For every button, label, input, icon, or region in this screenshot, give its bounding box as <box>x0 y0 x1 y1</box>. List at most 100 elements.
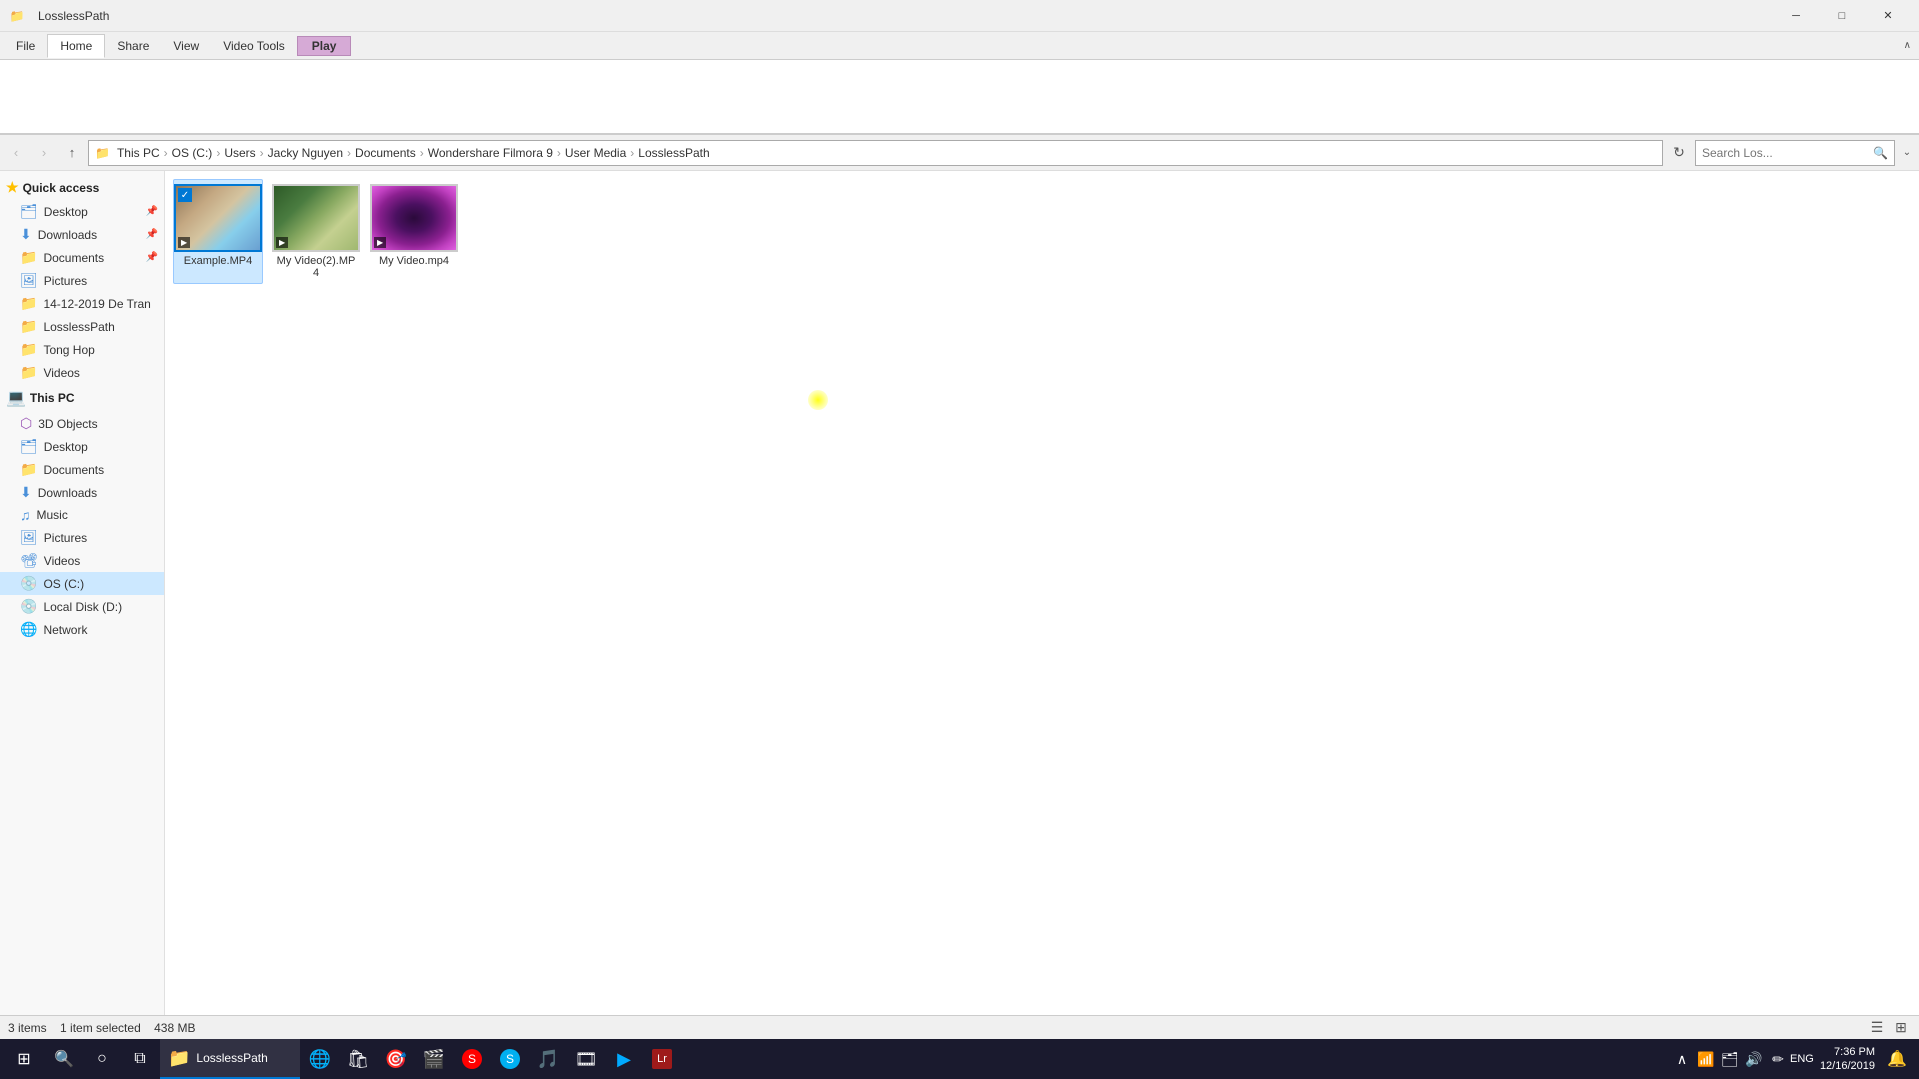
sidebar-item-desktop-quick[interactable]: 🗂 Desktop 📌 <box>0 200 164 223</box>
taskbar-skype-button[interactable]: S <box>492 1039 528 1079</box>
this-pc-header[interactable]: 💻 This PC <box>0 384 164 412</box>
crumb-user-media[interactable]: User Media <box>562 144 629 162</box>
tray-lang-button[interactable]: ENG <box>1792 1039 1812 1079</box>
close-button[interactable]: ✕ <box>1865 0 1911 32</box>
crumb-os-c[interactable]: OS (C:) <box>169 144 216 162</box>
adobe-icon: Lr <box>652 1049 672 1069</box>
file-label-myvideo: My Video.mp4 <box>374 255 454 267</box>
file-checkbox-example[interactable] <box>178 188 192 202</box>
tab-share[interactable]: Share <box>105 35 161 57</box>
back-button[interactable]: ‹ <box>4 141 28 165</box>
sidebar-item-documents-pc[interactable]: 📁 Documents <box>0 458 164 481</box>
crumb-documents[interactable]: Documents <box>352 144 419 162</box>
sidebar-item-videos-pc[interactable]: 📽 Videos <box>0 549 164 572</box>
tray-volume-button[interactable]: 🔊 <box>1744 1039 1764 1079</box>
explorer-icon: 📁 <box>168 1048 190 1069</box>
pin-icon: 📌 <box>146 206 158 217</box>
search-input[interactable] <box>1702 146 1869 160</box>
sidebar-label: OS (C:) <box>43 577 84 591</box>
status-bar: 3 items 1 item selected 438 MB ☰ ⊞ <box>0 1015 1919 1039</box>
title-bar-left: 📁 LosslessPath <box>8 7 109 25</box>
details-view-button[interactable]: ☰ <box>1867 1018 1887 1038</box>
sidebar-item-pictures-pc[interactable]: 🖼 Pictures <box>0 526 164 549</box>
tray-pen-button[interactable]: ✏ <box>1768 1039 1788 1079</box>
taskbar-media-button[interactable]: 🎬 <box>416 1039 452 1079</box>
taskbar-adobe-button[interactable]: Lr <box>644 1039 680 1079</box>
sidebar-label: Tong Hop <box>43 343 94 357</box>
up-button[interactable]: ↑ <box>60 141 84 165</box>
notification-center-button[interactable]: 🔔 <box>1883 1039 1911 1079</box>
search-box[interactable]: 🔍 <box>1695 140 1895 166</box>
taskbar-store-button[interactable]: 🛍 <box>340 1039 376 1079</box>
sidebar-item-locald[interactable]: 💿 Local Disk (D:) <box>0 595 164 618</box>
file-item-video2[interactable]: ▶ My Video(2).MP4 <box>271 179 361 284</box>
pin-icon: 📌 <box>146 229 158 240</box>
tab-view[interactable]: View <box>161 35 211 57</box>
maximize-button[interactable]: □ <box>1819 0 1865 32</box>
sidebar-item-downloads-pc[interactable]: ⬇ Downloads <box>0 481 164 504</box>
tab-file[interactable]: File <box>4 35 47 57</box>
crumb-losslesspath[interactable]: LosslessPath <box>635 144 712 162</box>
sidebar-item-videos-quick[interactable]: 📁 Videos <box>0 361 164 384</box>
tray-wifi-button[interactable]: 📶 <box>1696 1039 1716 1079</box>
taskbar-search2-button[interactable]: S <box>454 1039 490 1079</box>
windows-icon: ⊞ <box>17 1049 30 1069</box>
sidebar-item-music[interactable]: ♫ Music <box>0 504 164 526</box>
forward-button[interactable]: › <box>32 141 56 165</box>
crumb-users[interactable]: Users <box>221 144 258 162</box>
downloads-icon: ⬇ <box>20 484 32 501</box>
tab-home[interactable]: Home <box>47 34 105 58</box>
sidebar-item-14dec[interactable]: 📁 14-12-2019 De Tran <box>0 292 164 315</box>
sidebar-item-tonghop[interactable]: 📁 Tong Hop <box>0 338 164 361</box>
refresh-button[interactable]: ↻ <box>1667 141 1691 165</box>
taskbar-explorer-app[interactable]: 📁 LosslessPath <box>160 1039 300 1079</box>
computer-icon: 💻 <box>6 388 26 408</box>
start-button[interactable]: ⊞ <box>4 1039 44 1079</box>
sidebar-item-losslesspath[interactable]: 📁 LosslessPath <box>0 315 164 338</box>
tray-clock[interactable]: 7:36 PM 12/16/2019 <box>1816 1045 1879 1074</box>
taskbar-taskswitcher-button[interactable]: ⧉ <box>122 1039 158 1079</box>
taskbar-app7-button[interactable]: 🎞 <box>568 1039 604 1079</box>
file-item-myvideo[interactable]: ▶ My Video.mp4 <box>369 179 459 284</box>
large-icons-view-button[interactable]: ⊞ <box>1891 1018 1911 1038</box>
file-item-example[interactable]: ▶ Example.MP4 <box>173 179 263 284</box>
taskbar-chrome-button[interactable]: 🌐 <box>302 1039 338 1079</box>
sidebar-item-3dobjects[interactable]: ⬡ 3D Objects <box>0 412 164 435</box>
minimize-button[interactable]: ─ <box>1773 0 1819 32</box>
taskbar-filmora-button[interactable]: ▶ <box>606 1039 642 1079</box>
sidebar-item-desktop-pc[interactable]: 🗂 Desktop <box>0 435 164 458</box>
window-title: LosslessPath <box>38 9 109 23</box>
crumb-jacky[interactable]: Jacky Nguyen <box>265 144 346 162</box>
sidebar-item-documents-quick[interactable]: 📁 Documents 📌 <box>0 246 164 269</box>
expand-pane-button[interactable]: ⌄ <box>1899 135 1915 171</box>
tray-network-button[interactable]: 🗂 <box>1720 1039 1740 1079</box>
app3-icon: 🎯 <box>385 1049 407 1070</box>
sidebar-item-downloads-quick[interactable]: ⬇ Downloads 📌 <box>0 223 164 246</box>
quick-access-header[interactable]: ★ Quick access <box>0 175 164 200</box>
taskbar-search-button[interactable]: 🔍 <box>46 1039 82 1079</box>
video-indicator: ▶ <box>178 237 190 248</box>
this-pc-label: This PC <box>30 391 75 405</box>
video-icon: 📁 <box>20 364 37 381</box>
ribbon: File Home Share View Video Tools Play ∧ <box>0 32 1919 135</box>
skype-icon: S <box>500 1049 520 1069</box>
status-count: 3 items 1 item selected 438 MB <box>8 1021 195 1035</box>
taskbar-app3-button[interactable]: 🎯 <box>378 1039 414 1079</box>
address-path[interactable]: 📁 This PC › OS (C:) › Users › Jacky Nguy… <box>88 140 1663 166</box>
sidebar-item-osc[interactable]: 💿 OS (C:) <box>0 572 164 595</box>
selection-label: 1 item selected <box>60 1021 141 1035</box>
sidebar-label: Videos <box>43 366 79 380</box>
taskbar-app6-button[interactable]: 🎵 <box>530 1039 566 1079</box>
folder-icon: 🗂 <box>20 203 38 220</box>
crumb-this-pc[interactable]: This PC <box>114 144 163 162</box>
pictures-icon: 🖼 <box>20 529 38 546</box>
ribbon-expand-button[interactable]: ∧ <box>1900 36 1915 55</box>
sidebar-item-pictures-quick[interactable]: 🖼 Pictures <box>0 269 164 292</box>
tray-show-hidden-button[interactable]: ∧ <box>1672 1039 1692 1079</box>
crumb-filmora[interactable]: Wondershare Filmora 9 <box>425 144 556 162</box>
sidebar-item-network[interactable]: 🌐 Network <box>0 618 164 641</box>
taskbar-cortana-button[interactable]: ○ <box>84 1039 120 1079</box>
tab-video-tools[interactable]: Video Tools <box>211 35 297 57</box>
network-icon: 🌐 <box>20 621 37 638</box>
tab-play[interactable]: Play <box>297 36 352 56</box>
